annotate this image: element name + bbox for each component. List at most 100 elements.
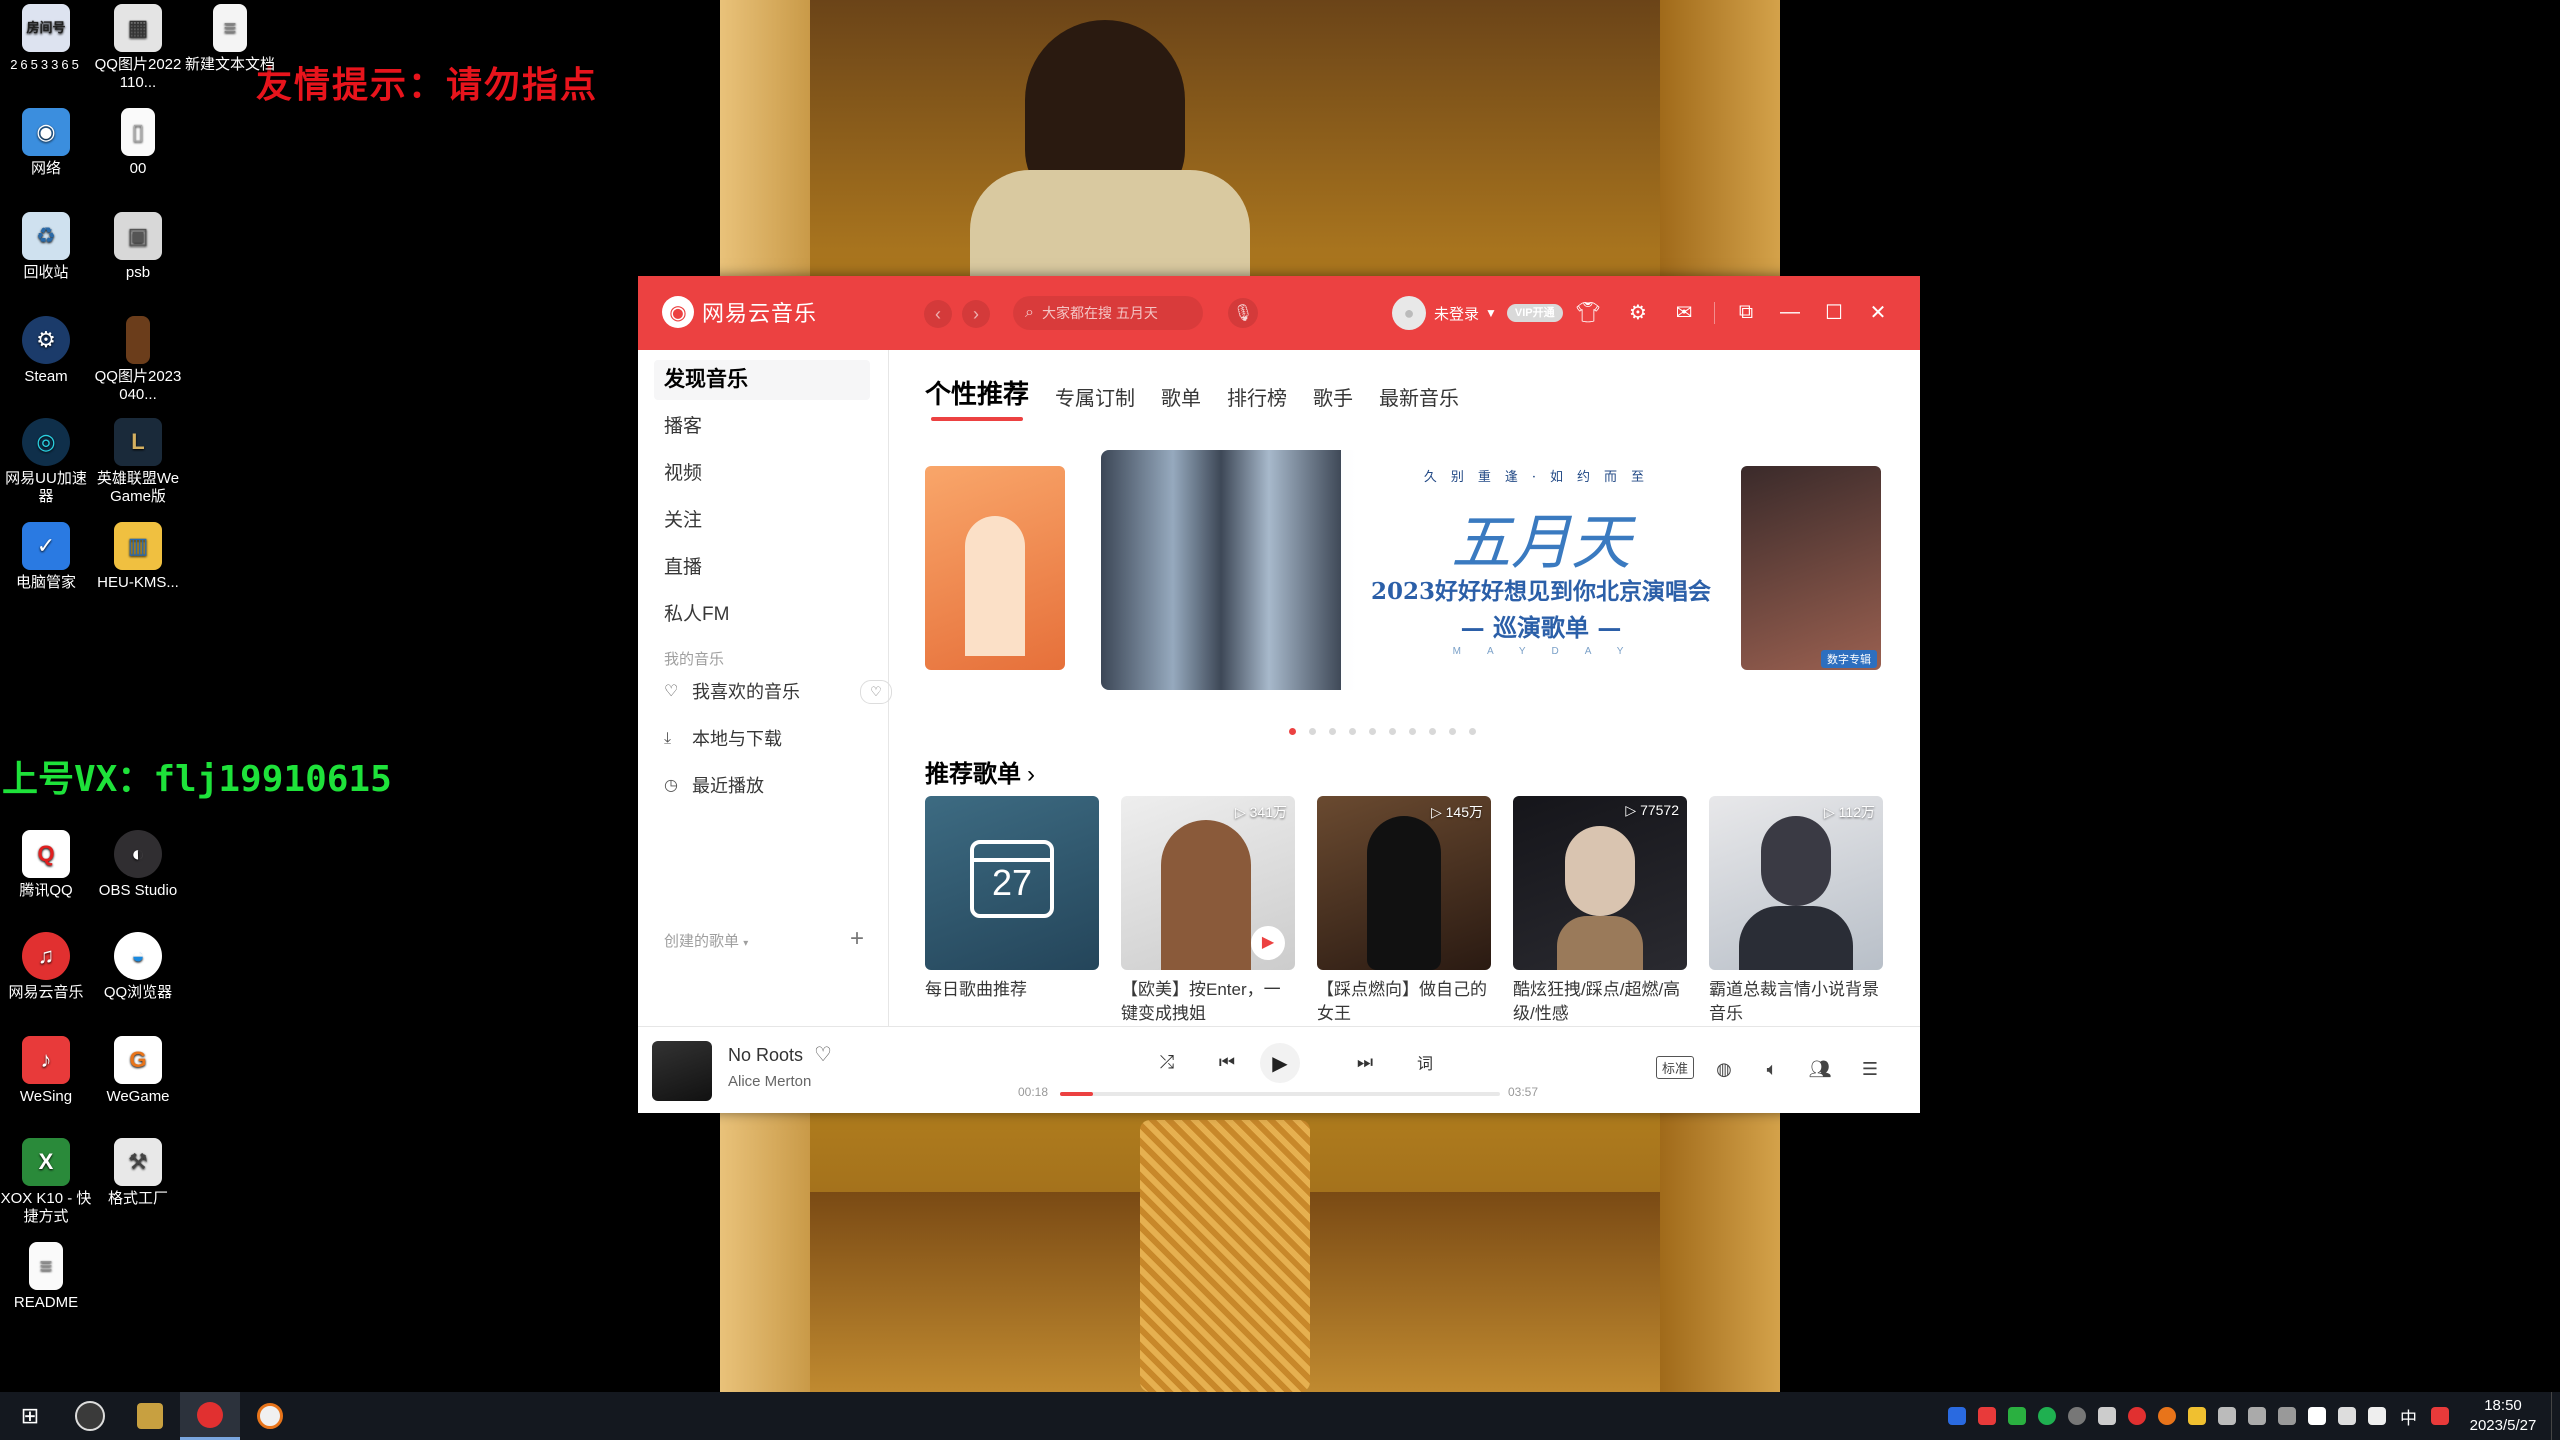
- sound-effect-button[interactable]: ◍: [1708, 1053, 1740, 1085]
- desktop-icon-uu[interactable]: ◎ 网易UU加速器: [0, 418, 92, 506]
- banner-dot[interactable]: [1369, 728, 1376, 735]
- tab-custom[interactable]: 专属订制: [1055, 382, 1135, 421]
- tab-artists[interactable]: 歌手: [1313, 382, 1353, 421]
- desktop-icon-readme[interactable]: ≡ README: [0, 1242, 92, 1312]
- volume-button[interactable]: 🔈︎: [1756, 1053, 1788, 1085]
- quality-button[interactable]: 标准: [1656, 1056, 1695, 1079]
- sidebar-item-liked[interactable]: ♡ 我喜欢的音乐 ♡: [664, 673, 892, 711]
- obs-tray-icon[interactable]: [2068, 1407, 2086, 1425]
- desktop-icon-netease-music[interactable]: ♫ 网易云音乐: [0, 932, 92, 1002]
- desktop-icon-00[interactable]: ▯ 00: [92, 108, 184, 178]
- tab-charts[interactable]: 排行榜: [1227, 382, 1287, 421]
- desktop-icon-qq-image-2[interactable]: QQ图片2023040...: [92, 316, 184, 404]
- playlist-card[interactable]: ▷ 341万 ▶ 【欧美】按Enter，一键变成拽姐: [1121, 796, 1295, 1026]
- microphone-icon[interactable]: [2098, 1407, 2116, 1425]
- forward-button[interactable]: ›: [962, 300, 990, 328]
- cloud-icon[interactable]: [2248, 1407, 2266, 1425]
- desktop-icon-wegame[interactable]: G WeGame: [92, 1036, 184, 1106]
- banner-dot[interactable]: [1349, 728, 1356, 735]
- sidebar-item-podcast[interactable]: 播客: [654, 407, 870, 447]
- taskbar-netease-music[interactable]: [180, 1392, 240, 1440]
- like-button[interactable]: ♡: [814, 1042, 832, 1067]
- search-box[interactable]: ⌕: [1013, 296, 1203, 330]
- vip-badge[interactable]: VIP开通: [1506, 304, 1563, 322]
- heartbeat-mode-button[interactable]: ♡: [860, 680, 892, 704]
- wegame-tray-icon[interactable]: [2158, 1407, 2176, 1425]
- play-button[interactable]: ▶: [1260, 1043, 1300, 1083]
- taskbar-lol[interactable]: [120, 1392, 180, 1440]
- sidebar-item-discover[interactable]: 发现音乐: [654, 360, 870, 400]
- play-icon[interactable]: ▶: [1251, 926, 1285, 960]
- shuffle-button[interactable]: ⤮: [1150, 1045, 1184, 1079]
- banner-dot[interactable]: [1309, 728, 1316, 735]
- banner-dot[interactable]: [1429, 728, 1436, 735]
- banner-dot[interactable]: [1469, 728, 1476, 735]
- start-button[interactable]: ⊞: [0, 1392, 60, 1440]
- messages-button[interactable]: ✉: [1668, 296, 1700, 328]
- qq-tray-icon[interactable]: [2188, 1407, 2206, 1425]
- security-icon[interactable]: [1948, 1407, 1966, 1425]
- defender-icon[interactable]: [2308, 1407, 2326, 1425]
- sogou-icon[interactable]: [1978, 1407, 1996, 1425]
- tab-recommend[interactable]: 个性推荐: [925, 374, 1029, 421]
- banner-dot[interactable]: [1409, 728, 1416, 735]
- tab-playlists[interactable]: 歌单: [1161, 382, 1201, 421]
- desktop-icon-lol[interactable]: L 英雄联盟WeGame版: [92, 418, 184, 506]
- desktop-icon-obs[interactable]: ◐ OBS Studio: [92, 830, 184, 900]
- desktop-icon-qq-browser[interactable]: ◒ QQ浏览器: [92, 932, 184, 1002]
- input-method[interactable]: 中: [2400, 1404, 2417, 1429]
- desktop-icon-room-number[interactable]: 房间号 2653365: [0, 4, 92, 74]
- previous-button[interactable]: ⏮︎: [1210, 1045, 1244, 1079]
- desktop-icon-new-text[interactable]: ≡ 新建文本文档: [184, 4, 276, 74]
- volume-icon[interactable]: [2368, 1407, 2386, 1425]
- sidebar-item-fm[interactable]: 私人FM: [654, 595, 870, 635]
- wechat-icon[interactable]: [2038, 1407, 2056, 1425]
- desktop-icon-xox[interactable]: X XOX K10 - 快捷方式: [0, 1138, 92, 1226]
- voice-search-button[interactable]: 🎙︎: [1228, 298, 1258, 328]
- recommended-playlists-heading[interactable]: 推荐歌单 ›: [925, 754, 1035, 789]
- lyrics-button[interactable]: 词: [1408, 1045, 1442, 1079]
- clock[interactable]: 18:50 2023/5/27: [2455, 1396, 2551, 1436]
- playlist-card[interactable]: ▷ 112万 霸道总裁言情小说背景音乐: [1709, 796, 1883, 1026]
- settings-button[interactable]: ⚙: [1622, 296, 1654, 328]
- back-button[interactable]: ‹: [924, 300, 952, 328]
- song-artist[interactable]: Alice Merton: [728, 1073, 811, 1090]
- bluetooth-icon[interactable]: [2218, 1407, 2236, 1425]
- playlist-queue-button[interactable]: ☰: [1854, 1053, 1886, 1085]
- next-button[interactable]: ⏭︎: [1348, 1045, 1382, 1079]
- playlist-card[interactable]: ▷ 77572 酷炫狂拽/踩点/超燃/高级/性感: [1513, 796, 1687, 1026]
- search-input[interactable]: [1039, 304, 1194, 322]
- playlist-card[interactable]: ▷ 145万 【踩点燃向】做自己的女王: [1317, 796, 1491, 1026]
- banner-next-card[interactable]: 数字专辑: [1741, 466, 1881, 670]
- banner-current[interactable]: 久别重逢·如约而至 五月天 2023好好好想见到你北京演唱会 — 巡演歌单 — …: [1101, 450, 1741, 690]
- progress-bar[interactable]: [1060, 1092, 1500, 1096]
- song-title[interactable]: No Roots: [728, 1045, 803, 1066]
- banner-prev-card[interactable]: [925, 466, 1065, 670]
- desktop-icon-tencent-qq[interactable]: Q 腾讯QQ: [0, 830, 92, 900]
- sidebar-item-live[interactable]: 直播: [654, 548, 870, 588]
- desktop-icon-wesing[interactable]: ♪ WeSing: [0, 1036, 92, 1106]
- listen-together-button[interactable]: 👥︎: [1804, 1053, 1836, 1085]
- add-playlist-button[interactable]: +: [850, 925, 864, 953]
- nvidia-icon[interactable]: [2008, 1407, 2026, 1425]
- created-playlists-heading[interactable]: 创建的歌单 ▾: [664, 930, 748, 951]
- skin-button[interactable]: 👕︎: [1572, 296, 1604, 328]
- taskbar-obs[interactable]: [60, 1392, 120, 1440]
- desktop-icon-recycle-bin[interactable]: ♻ 回收站: [0, 212, 92, 282]
- desktop-icon-pc-manager[interactable]: ✓ 电脑管家: [0, 522, 92, 592]
- sidebar-item-follow[interactable]: 关注: [654, 501, 870, 541]
- desktop-icon-heu-kms[interactable]: ▥ HEU-KMS...: [92, 522, 184, 592]
- sogou-ime-icon[interactable]: [2431, 1407, 2449, 1425]
- sidebar-item-local[interactable]: ⤓ 本地与下载: [664, 720, 870, 758]
- avatar[interactable]: ●: [1392, 296, 1426, 330]
- desktop-icon-format-factory[interactable]: ⚒ 格式工厂: [92, 1138, 184, 1208]
- network-icon[interactable]: [2338, 1407, 2356, 1425]
- desktop-icon-qq-image-1[interactable]: ▦ QQ图片2022110...: [92, 4, 184, 92]
- taskbar-wegame[interactable]: [240, 1392, 300, 1440]
- banner-carousel[interactable]: 久别重逢·如约而至 五月天 2023好好好想见到你北京演唱会 — 巡演歌单 — …: [925, 450, 1885, 690]
- desktop-icon-psb[interactable]: ▣ psb: [92, 212, 184, 282]
- close-button[interactable]: ✕: [1862, 296, 1894, 328]
- title-bar[interactable]: ◉ 网易云音乐 ‹ › ⌕ 🎙︎ ● 未登录 ▼ VIP开通 👕︎ ⚙ ✉ ⧉ …: [638, 276, 1920, 350]
- tab-new-music[interactable]: 最新音乐: [1379, 382, 1459, 421]
- maximize-button[interactable]: ☐: [1818, 296, 1850, 328]
